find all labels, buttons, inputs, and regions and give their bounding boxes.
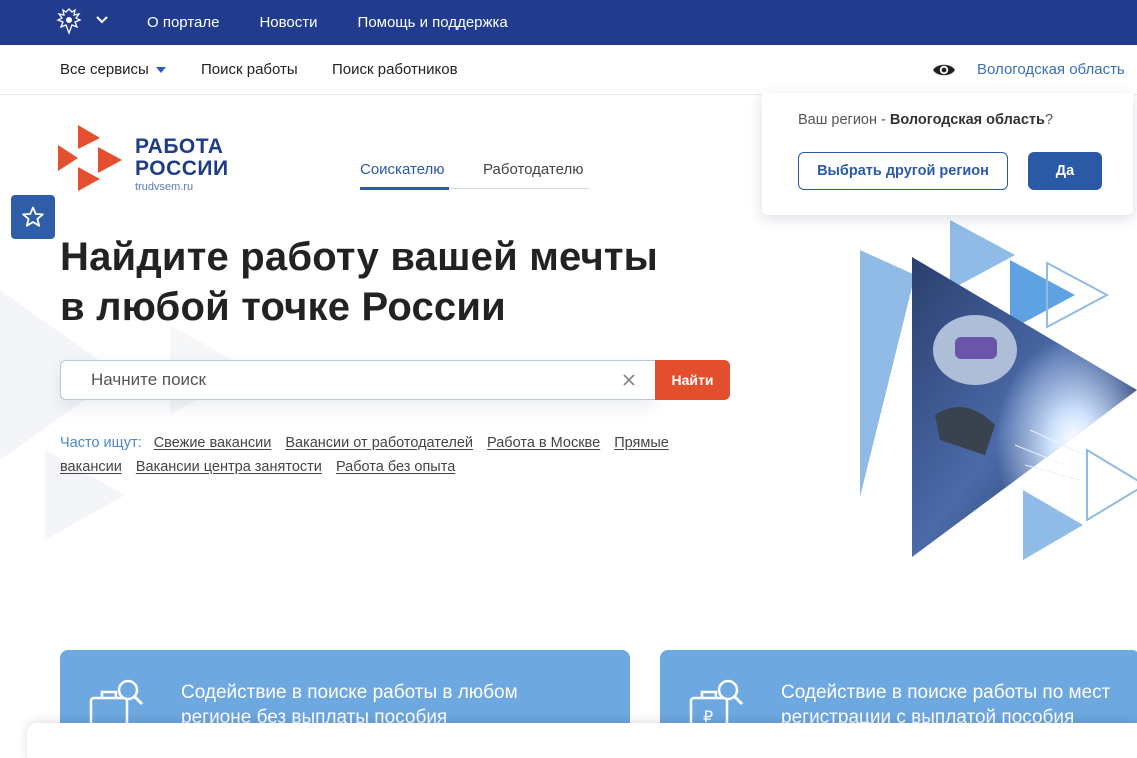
favorites-button[interactable] xyxy=(11,195,55,239)
hero-welder-image xyxy=(860,220,1137,560)
all-services-dropdown[interactable]: Все сервисы xyxy=(60,61,166,78)
logo-url: trudvsem.ru xyxy=(135,181,194,193)
caret-down-icon xyxy=(155,67,166,74)
region-name: Вологодская область xyxy=(889,112,1045,128)
popular-link[interactable]: Работа без опыта xyxy=(336,459,455,475)
tab-employer[interactable]: Работодателю xyxy=(483,161,583,178)
logo-title-line1: РАБОТА xyxy=(135,135,224,158)
top-nav: О портале Новости Помощь и поддержка xyxy=(147,0,548,45)
region-question: Ваш регион - Вологодская область? xyxy=(798,112,1053,128)
hero-title-line1: Найдите работу вашей мечты xyxy=(60,235,659,279)
hero-title: Найдите работу вашей мечты в любой точке… xyxy=(60,232,658,332)
region-link[interactable]: Вологодская область xyxy=(977,61,1125,78)
region-question-suffix: ? xyxy=(1044,112,1054,128)
confirm-region-yes-button[interactable]: Да xyxy=(1028,152,1102,190)
popular-link[interactable]: Вакансии от работодателей xyxy=(285,435,473,451)
nav-find-workers[interactable]: Поиск работников xyxy=(332,61,458,78)
popular-searches: Часто ищут: Свежие вакансии Вакансии от … xyxy=(60,431,740,479)
hero-title-line2: в любой точке России xyxy=(60,285,506,329)
star-icon xyxy=(22,206,44,227)
top-bar: О портале Новости Помощь и поддержка xyxy=(0,0,1137,45)
nav-help-support[interactable]: Помощь и поддержка xyxy=(358,14,508,31)
nav-about-portal[interactable]: О портале xyxy=(147,14,219,31)
popular-link[interactable]: Свежие вакансии xyxy=(154,435,272,451)
nav-find-job[interactable]: Поиск работы xyxy=(201,61,298,78)
coat-of-arms-icon[interactable] xyxy=(54,7,84,35)
tab-active-indicator xyxy=(360,187,449,190)
bottom-sheet-panel xyxy=(27,723,1137,758)
nav-news[interactable]: Новости xyxy=(259,14,317,31)
search-button[interactable]: Найти xyxy=(655,360,730,400)
clear-search-icon[interactable] xyxy=(622,373,636,387)
choose-other-region-button[interactable]: Выбрать другой регион xyxy=(798,152,1008,190)
region-confirm-popup: Ваш регион - Вологодская область? Выбрат… xyxy=(762,93,1133,215)
popular-link[interactable]: Вакансии центра занятости xyxy=(136,459,322,475)
card-text-line1: Содействие в поиске работы по мест xyxy=(781,682,1111,703)
search-input[interactable] xyxy=(91,361,611,399)
eye-icon[interactable] xyxy=(932,62,956,78)
rabota-rossii-logo-icon[interactable] xyxy=(58,125,122,191)
region-question-prefix: Ваш регион - xyxy=(798,112,890,128)
chevron-down-icon[interactable] xyxy=(95,13,109,27)
popular-label: Часто ищут: xyxy=(60,435,142,451)
logo-title-line2: РОССИИ xyxy=(135,157,229,180)
all-services-label: Все сервисы xyxy=(60,61,149,78)
card-text-line1: Содействие в поиске работы в любом xyxy=(181,682,518,703)
popular-link[interactable]: Работа в Москве xyxy=(487,435,600,451)
secondary-nav: Все сервисы Поиск работы Поиск работнико… xyxy=(0,45,1137,95)
tab-seeker[interactable]: Соискателю xyxy=(360,161,445,178)
search-box xyxy=(60,360,656,400)
